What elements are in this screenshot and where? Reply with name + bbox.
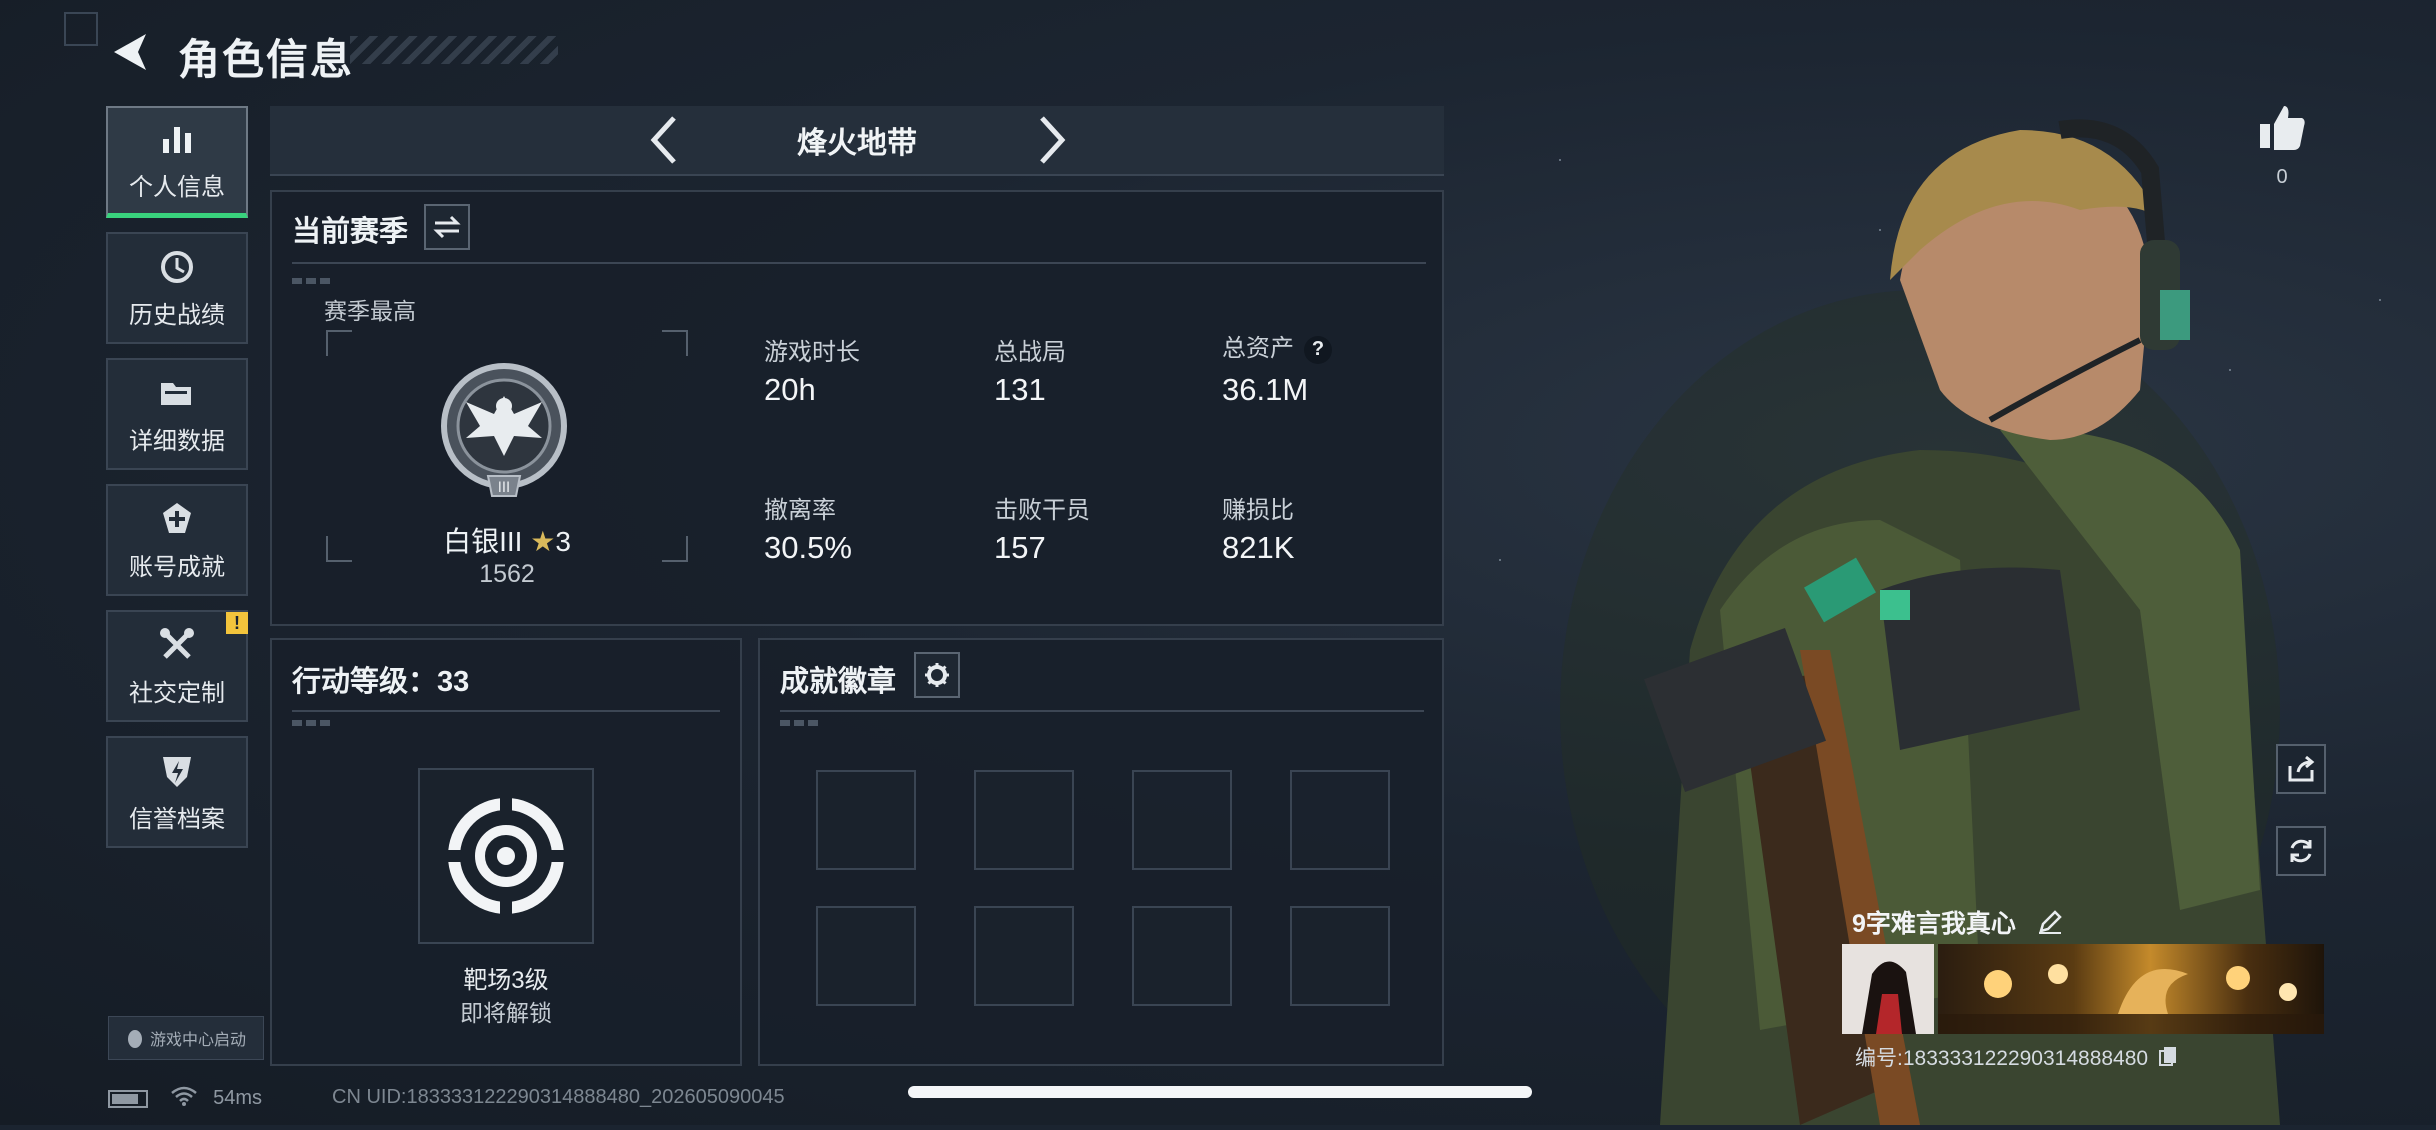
title-stripe-decoration [350, 36, 558, 64]
folder-icon [161, 382, 191, 405]
gear-icon [925, 663, 949, 687]
stat-value: 131 [994, 372, 1046, 407]
rank-emblem-icon: III [436, 356, 572, 506]
rank-stars: 3 [555, 526, 571, 557]
sidebar-item-label: 详细数据 [129, 427, 225, 455]
dash-decoration [292, 278, 332, 284]
sidebar-item-reputation[interactable]: 信誉档案 [106, 736, 248, 848]
clock-history-icon [161, 250, 193, 283]
mode-name: 烽火地带 [797, 127, 917, 160]
penguin-icon [127, 1030, 142, 1048]
sidebar-item-label: 信誉档案 [129, 805, 225, 833]
back-arrow-icon[interactable] [108, 30, 152, 74]
unlock-item-card[interactable] [418, 768, 594, 944]
player-id: 编号:18333312229031488848​0 [1855, 1047, 2149, 1070]
stat-value: 821K [1222, 530, 1295, 565]
battery-icon [108, 1090, 148, 1108]
profile-banner[interactable] [1938, 944, 2324, 1034]
sidebar-item-match-history[interactable]: 历史战绩 [106, 232, 248, 344]
share-icon [2288, 755, 2315, 782]
stat-label: 撤离率 [764, 497, 836, 524]
target-icon [446, 796, 566, 916]
share-button[interactable] [2276, 744, 2326, 794]
rank-name-row: 白银III ★3 [432, 520, 582, 560]
badge-slot[interactable] [1132, 906, 1232, 1006]
badge-slot[interactable] [1132, 770, 1232, 870]
badge-slot[interactable] [974, 906, 1074, 1006]
achievement-icon [163, 502, 191, 533]
shield-bolt-icon [163, 756, 191, 787]
sidebar-item-label: 个人信息 [129, 174, 225, 201]
action-level-divider [292, 710, 720, 712]
copy-icon[interactable] [2158, 1045, 2178, 1073]
badges-title: 成就徽章 [780, 666, 897, 698]
bar-chart-icon [163, 127, 191, 153]
stat-value: 20h [764, 372, 816, 407]
dash-decoration [292, 720, 332, 726]
badge-slot[interactable] [816, 906, 916, 1006]
player-nickname-row: 9字难言我真心 [1852, 904, 2063, 942]
stat-value: 36.1M [1222, 372, 1309, 407]
sidebar-item-label: 社交定制 [129, 679, 225, 707]
refresh-button[interactable] [2276, 826, 2326, 876]
swap-arrows-icon [433, 215, 461, 239]
like-count: 0 [2276, 166, 2288, 188]
stat-value: 30.5% [764, 530, 852, 565]
rank-name: 白银III [443, 526, 523, 557]
chevron-right-icon[interactable] [1032, 110, 1072, 170]
badge-slot[interactable] [816, 770, 916, 870]
player-avatar[interactable] [1842, 944, 1934, 1034]
frame-corner [326, 536, 352, 562]
player-nickname: 9字难言我真心 [1852, 910, 2016, 938]
season-best-label: 赛季最高 [324, 298, 416, 324]
sidebar-item-achievements[interactable]: 账号成就 [106, 484, 248, 596]
frame-corner [326, 330, 352, 356]
sidebar-item-detailed-data[interactable]: 详细数据 [106, 358, 248, 470]
stat-label: 击败干员 [994, 497, 1090, 524]
dash-decoration [780, 720, 820, 726]
stat-label: 赚损比 [1222, 497, 1294, 524]
sidebar-item-personal-info[interactable]: 个人信息 [106, 106, 248, 218]
season-title: 当前赛季 [292, 216, 409, 248]
thumbs-up-icon[interactable] [2254, 100, 2310, 156]
swap-season-button[interactable] [424, 204, 470, 250]
player-id-row: 编号:18333312229031488848​0 [1855, 1042, 2178, 1073]
tools-icon [160, 627, 194, 659]
game-center-launch-button[interactable]: 游戏中心启动 [108, 1016, 264, 1060]
refresh-icon [2290, 839, 2312, 863]
page-title: 角色信息 [178, 36, 355, 83]
badges-divider [780, 710, 1424, 712]
notification-badge: ! [226, 612, 248, 634]
season-divider [292, 262, 1426, 264]
frame-corner [662, 536, 688, 562]
stat-label-total-assets: 总资产? [1222, 328, 1332, 364]
stat-label: 总资产 [1222, 335, 1294, 362]
help-question-icon[interactable]: ? [1304, 335, 1332, 364]
unlock-item-status: 即将解锁 [460, 1000, 552, 1026]
stat-label: 游戏时长 [764, 339, 860, 366]
star-icon: ★ [530, 526, 556, 557]
frame-corner [662, 330, 688, 356]
device-status: 54ms [108, 1086, 262, 1112]
game-center-label: 游戏中心启动 [149, 1032, 246, 1049]
badge-slot[interactable] [974, 770, 1074, 870]
footer-uid: CN UID:183333122290314888480_20260509004… [332, 1086, 785, 1108]
wifi-icon [170, 1086, 198, 1112]
rank-score: 1562 [479, 560, 535, 588]
edit-pencil-icon[interactable] [2037, 909, 2063, 942]
ping-value: 54ms [213, 1087, 263, 1110]
corner-decoration [64, 12, 98, 46]
stat-label: 总战局 [994, 339, 1066, 366]
badge-settings-button[interactable] [914, 652, 960, 698]
home-indicator[interactable] [908, 1086, 1532, 1098]
action-level-title: 行动等级：33 [292, 666, 470, 698]
sidebar-item-label: 历史战绩 [129, 301, 225, 329]
stat-value: 157 [994, 530, 1046, 565]
svg-text:III: III [498, 480, 510, 496]
unlock-item-name: 靶场3级 [463, 967, 549, 994]
sidebar-item-label: 账号成就 [129, 553, 225, 581]
